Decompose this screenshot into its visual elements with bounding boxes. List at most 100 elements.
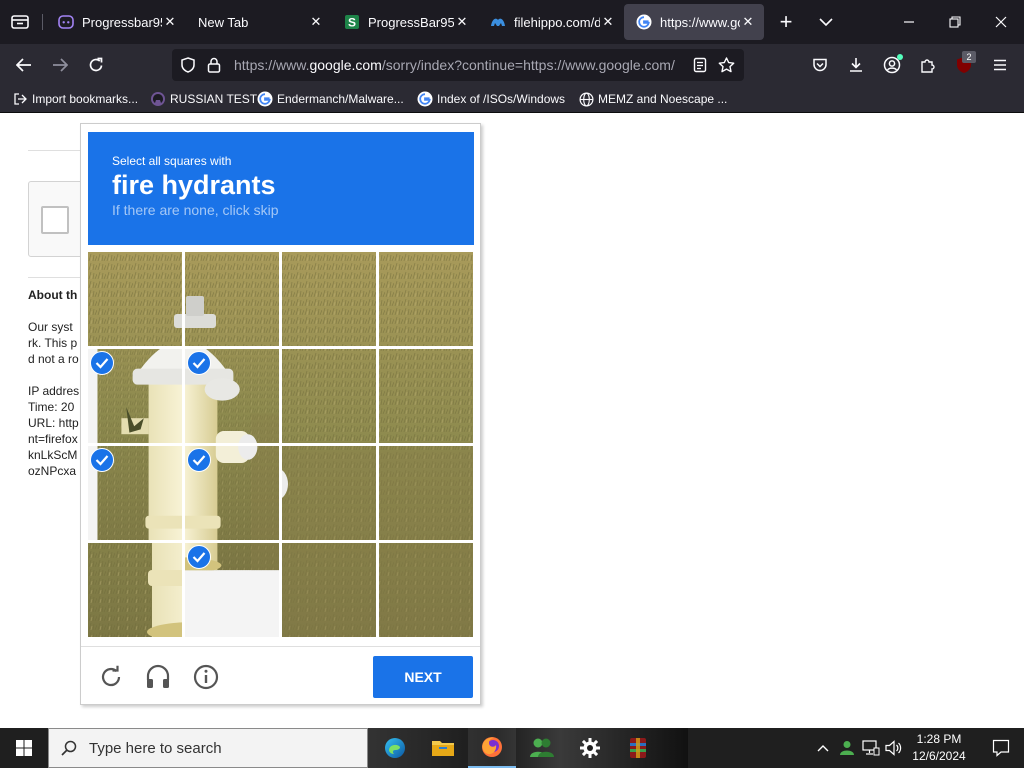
captcha-tile[interactable] [185,349,279,443]
tile-image [379,349,473,443]
page-line: rk. This p [28,336,78,350]
captcha-tile[interactable] [282,349,376,443]
reader-view-button[interactable] [690,55,710,75]
tray-people-app[interactable] [836,728,858,768]
bookmark-label: MEMZ and Noescape ... [598,92,728,106]
taskbar-firefox[interactable] [468,728,516,768]
page-line: knLkScM [28,448,78,462]
close-tab-icon[interactable]: ✕ [162,14,178,30]
bookmark-memz[interactable]: MEMZ and Noescape ... [578,90,727,108]
checkmark-icon [90,351,114,375]
show-hidden-icons-button[interactable] [812,728,834,768]
forward-button[interactable] [46,51,74,79]
taskbar-file-explorer[interactable] [419,728,467,768]
captcha-tile[interactable] [379,446,473,540]
checkmark-icon [187,545,211,569]
page-line: IP addres [28,384,80,398]
downloads-button[interactable] [842,51,870,79]
sheets-s-icon: S [344,14,360,30]
audio-challenge-button[interactable] [144,663,172,691]
bookmark-russian-test[interactable]: RUSSIAN TEST [150,90,257,108]
taskbar-winrar[interactable] [614,728,662,768]
next-button[interactable]: NEXT [373,656,473,698]
reload-challenge-button[interactable] [97,663,125,691]
bookmark-star-button[interactable] [716,55,736,75]
captcha-tile[interactable] [185,252,279,346]
filehippo-icon [490,14,506,30]
captcha-tile[interactable] [282,543,376,637]
chevron-up-icon [817,745,829,752]
bookmark-index-isos[interactable]: Index of /ISOs/Windows [417,90,565,108]
pocket-button[interactable] [806,51,834,79]
captcha-tile[interactable] [185,543,279,637]
reload-button[interactable] [82,51,110,79]
minimize-button[interactable] [886,0,932,44]
captcha-tile[interactable] [282,252,376,346]
captcha-tile[interactable] [185,446,279,540]
checkmark-icon [90,448,114,472]
lock-icon[interactable] [204,55,224,75]
tab-progressbar95-sheet[interactable]: S ProgressBar95 - ✕ [332,4,478,40]
speaker-icon [885,740,902,756]
list-all-tabs-button[interactable] [8,10,32,34]
captcha-tile[interactable] [88,252,182,346]
close-tab-icon[interactable]: ✕ [454,14,470,30]
audio-icon [146,664,170,688]
taskbar-edge[interactable] [371,728,419,768]
tile-image [379,252,473,346]
bookmark-endermanch[interactable]: Endermanch/Malware... [257,90,404,108]
captcha-tile[interactable] [282,446,376,540]
captcha-tile[interactable] [88,349,182,443]
recaptcha-checkbox[interactable] [41,206,69,234]
page-line: Time: 20 [28,400,75,414]
extensions-button[interactable] [914,51,942,79]
new-tab-button[interactable]: + [772,9,800,34]
tile-image [88,543,182,637]
url-path: /sorry/index?continue=https://www.google… [381,57,675,73]
restore-button[interactable] [932,0,978,44]
close-window-button[interactable] [978,0,1024,44]
volume-control[interactable] [883,728,905,768]
page-line: d not a ro [28,352,79,366]
captcha-tile[interactable] [88,543,182,637]
close-tab-icon[interactable]: ✕ [740,14,756,30]
captcha-tile[interactable] [88,446,182,540]
bookmark-import[interactable]: Import bookmarks... [12,90,138,108]
help-button[interactable] [192,663,220,691]
taskbar-settings[interactable] [566,728,614,768]
tab-progressbar95[interactable]: Progressbar95 - ✕ [46,4,186,40]
tab-title: New Tab [198,14,249,30]
tab-new-tab[interactable]: New Tab ✕ [186,4,332,40]
tab-overflow-button[interactable] [812,10,840,34]
close-tab-icon[interactable]: ✕ [600,14,616,30]
url-text[interactable]: https://www.google.com/sorry/index?conti… [234,57,678,73]
network-status[interactable] [860,728,882,768]
ublock-extension-button[interactable]: 2 [950,51,978,79]
close-icon [995,16,1007,28]
reload-icon [101,665,121,687]
captcha-tile[interactable] [379,543,473,637]
taskbar-green-app[interactable] [518,728,566,768]
tracking-protection-icon[interactable] [178,55,198,75]
captcha-tile[interactable] [379,349,473,443]
back-arrow-icon [16,58,31,72]
notifications-button[interactable] [978,728,1024,768]
account-button[interactable] [878,51,906,79]
challenge-instruction: Select all squares with [112,154,232,168]
page-line: ozNPcxa [28,464,77,478]
url-domain: google.com [309,57,382,73]
tab-google-sorry[interactable]: https://www.go ✕ [624,4,764,40]
captcha-tile[interactable] [379,252,473,346]
start-button[interactable] [0,728,48,768]
page-line: Our syst [28,320,73,334]
download-icon [850,58,862,72]
taskbar-search-box[interactable]: Type here to search [48,728,368,768]
tab-title: https://www.go [660,14,740,30]
close-tab-icon[interactable]: ✕ [308,14,324,30]
url-bar[interactable]: https://www.google.com/sorry/index?conti… [172,49,744,81]
tab-filehippo[interactable]: filehippo.com/d ✕ [478,4,624,40]
app-menu-button[interactable] [986,51,1014,79]
checkmark-icon [187,351,211,375]
back-button[interactable] [10,51,38,79]
system-clock[interactable]: 1:28 PM 12/6/2024 [904,731,974,765]
